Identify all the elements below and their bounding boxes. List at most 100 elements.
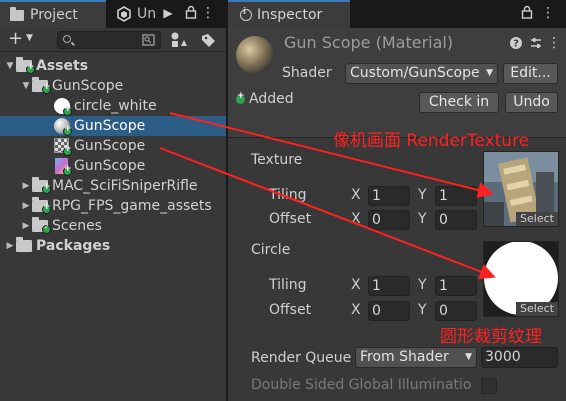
tree-item-label: Assets bbox=[36, 58, 89, 74]
tree-item-gunscope-material[interactable]: GunScope bbox=[0, 116, 226, 136]
axis-x-label: X bbox=[351, 187, 361, 203]
material-header: Gun Scope (Material) ? ⋮ Shader Custom/G… bbox=[228, 28, 566, 138]
expand-arrow-icon[interactable]: ▼ bbox=[20, 81, 32, 91]
tree-item-label: Scenes bbox=[52, 218, 102, 234]
shader-icon bbox=[54, 158, 72, 176]
project-tab-bar: Project Un ▶ ⋮ bbox=[0, 0, 226, 28]
tab-project-label: Project bbox=[30, 7, 78, 23]
svg-text:?: ? bbox=[513, 39, 519, 50]
collapse-arrow-icon[interactable]: ▶ bbox=[20, 201, 32, 211]
folder-icon bbox=[32, 217, 51, 234]
added-status-icon bbox=[236, 91, 245, 104]
texture-tiling-x-field[interactable]: 1 bbox=[368, 186, 410, 206]
expand-arrow-icon[interactable]: ▼ bbox=[4, 61, 16, 71]
presets-icon[interactable] bbox=[529, 36, 543, 50]
folder-icon bbox=[16, 237, 32, 252]
tree-item-label: RPG_FPS_game_assets bbox=[52, 198, 212, 214]
shader-label: Shader bbox=[282, 65, 332, 81]
annotation-render-texture: 像机画面 RenderTexture bbox=[333, 131, 530, 151]
circle-select-button[interactable]: Select bbox=[516, 302, 558, 316]
axis-y-label: Y bbox=[418, 211, 427, 227]
texture-slot[interactable]: Select bbox=[483, 151, 559, 227]
tree-item-label: GunScope bbox=[52, 78, 124, 94]
texture-tiling-label: Tiling bbox=[269, 187, 307, 203]
lock-icon[interactable] bbox=[519, 5, 535, 21]
render-queue-label: Render Queue bbox=[251, 350, 352, 366]
tree-item-circle-white[interactable]: circle_white bbox=[0, 96, 226, 116]
search-box[interactable] bbox=[57, 31, 161, 49]
tree-item-mac-scifi-sniper-rifle[interactable]: ▶ MAC_SciFiSniperRifle bbox=[0, 176, 226, 196]
circle-tiling-x-field[interactable]: 1 bbox=[368, 276, 410, 296]
circle-offset-y-field[interactable]: 0 bbox=[435, 301, 477, 321]
tab-project[interactable]: Project bbox=[0, 0, 106, 28]
axis-y-label: Y bbox=[418, 277, 427, 293]
collapse-arrow-icon[interactable]: ▶ bbox=[4, 241, 16, 251]
more-options-icon[interactable]: ⋮ bbox=[540, 5, 556, 21]
create-plus-icon[interactable]: + bbox=[8, 30, 23, 48]
render-queue-dropdown[interactable]: From Shader ▼ bbox=[355, 347, 477, 368]
undo-button[interactable]: Undo bbox=[505, 92, 558, 113]
folder-icon bbox=[10, 6, 24, 21]
double-sided-gi-label: Double Sided Global Illuminatio bbox=[251, 377, 472, 393]
texture-tiling-y-field[interactable]: 1 bbox=[435, 186, 477, 206]
help-icon[interactable]: ? bbox=[509, 36, 523, 50]
unity-logo-icon bbox=[117, 6, 131, 22]
tree-item-assets[interactable]: ▼ Assets bbox=[0, 56, 226, 76]
render-queue-mode: From Shader bbox=[360, 349, 449, 365]
search-icon bbox=[63, 35, 71, 43]
chevron-down-icon: ▼ bbox=[463, 348, 472, 367]
edit-shader-button[interactable]: Edit... bbox=[503, 63, 558, 84]
collapse-arrow-icon[interactable]: ▶ bbox=[20, 221, 32, 231]
tree-item-gunscope-folder[interactable]: ▼ GunScope bbox=[0, 76, 226, 96]
collapse-arrow-icon[interactable]: ▶ bbox=[20, 181, 32, 191]
folder-icon bbox=[32, 177, 51, 194]
texture-icon bbox=[54, 98, 72, 116]
tree-item-label: GunScope bbox=[74, 118, 146, 134]
tree-item-label: MAC_SciFiSniperRifle bbox=[52, 178, 198, 194]
inspector-tab-bar: Inspector ⋮ bbox=[228, 0, 566, 28]
circle-offset-label: Offset bbox=[269, 302, 312, 318]
create-caret-icon[interactable]: ▼ bbox=[26, 33, 33, 43]
shader-dropdown[interactable]: Custom/GunScope ▼ bbox=[345, 63, 498, 84]
folder-icon bbox=[16, 57, 35, 74]
vcs-status-label: Added bbox=[249, 91, 294, 107]
more-options-icon[interactable]: ⋮ bbox=[547, 36, 561, 50]
filter-by-label-icon[interactable] bbox=[200, 31, 218, 49]
shader-dropdown-value: Custom/GunScope bbox=[350, 65, 480, 81]
chevron-down-icon: ▼ bbox=[484, 64, 493, 83]
render-texture-icon bbox=[54, 138, 72, 156]
material-title: Gun Scope (Material) bbox=[284, 33, 454, 52]
texture-offset-y-field[interactable]: 0 bbox=[435, 210, 477, 230]
circle-offset-x-field[interactable]: 0 bbox=[368, 301, 410, 321]
search-by-type-icon[interactable] bbox=[142, 34, 156, 47]
render-queue-value-field[interactable]: 3000 bbox=[481, 347, 558, 368]
texture-select-button[interactable]: Select bbox=[516, 212, 558, 226]
check-in-button[interactable]: Check in bbox=[419, 92, 499, 113]
tab-second-label: Un bbox=[137, 6, 157, 22]
filter-by-type-icon[interactable] bbox=[170, 31, 188, 49]
tree-item-rpg-fps-game-assets[interactable]: ▶ RPG_FPS_game_assets bbox=[0, 196, 226, 216]
texture-offset-x-field[interactable]: 0 bbox=[368, 210, 410, 230]
project-toolbar: + ▼ bbox=[0, 28, 226, 52]
tab-inspector[interactable]: Inspector bbox=[228, 0, 350, 28]
axis-x-label: X bbox=[351, 277, 361, 293]
tree-item-label: GunScope bbox=[74, 158, 146, 174]
tree-item-label: GunScope bbox=[74, 138, 146, 154]
axis-y-label: Y bbox=[418, 187, 427, 203]
tree-item-gunscope-shader[interactable]: GunScope bbox=[0, 156, 226, 176]
circle-property-title: Circle bbox=[251, 242, 291, 258]
axis-x-label: X bbox=[351, 302, 361, 318]
texture-property-title: Texture bbox=[251, 152, 303, 168]
tree-item-label: Packages bbox=[36, 238, 111, 254]
double-sided-gi-checkbox[interactable] bbox=[481, 378, 497, 394]
tree-item-scenes[interactable]: ▶ Scenes bbox=[0, 216, 226, 236]
texture-offset-label: Offset bbox=[269, 211, 312, 227]
lock-icon[interactable] bbox=[183, 5, 199, 21]
tree-item-gunscope-render-texture[interactable]: GunScope bbox=[0, 136, 226, 156]
tab-unity-version-control[interactable]: Un bbox=[108, 0, 158, 28]
more-options-icon[interactable]: ⋮ bbox=[200, 5, 216, 21]
circle-texture-slot[interactable]: Select bbox=[483, 241, 559, 317]
tab-scroll-right-icon[interactable]: ▶ bbox=[160, 5, 176, 21]
tree-item-packages[interactable]: ▶ Packages bbox=[0, 236, 226, 256]
circle-tiling-y-field[interactable]: 1 bbox=[435, 276, 477, 296]
